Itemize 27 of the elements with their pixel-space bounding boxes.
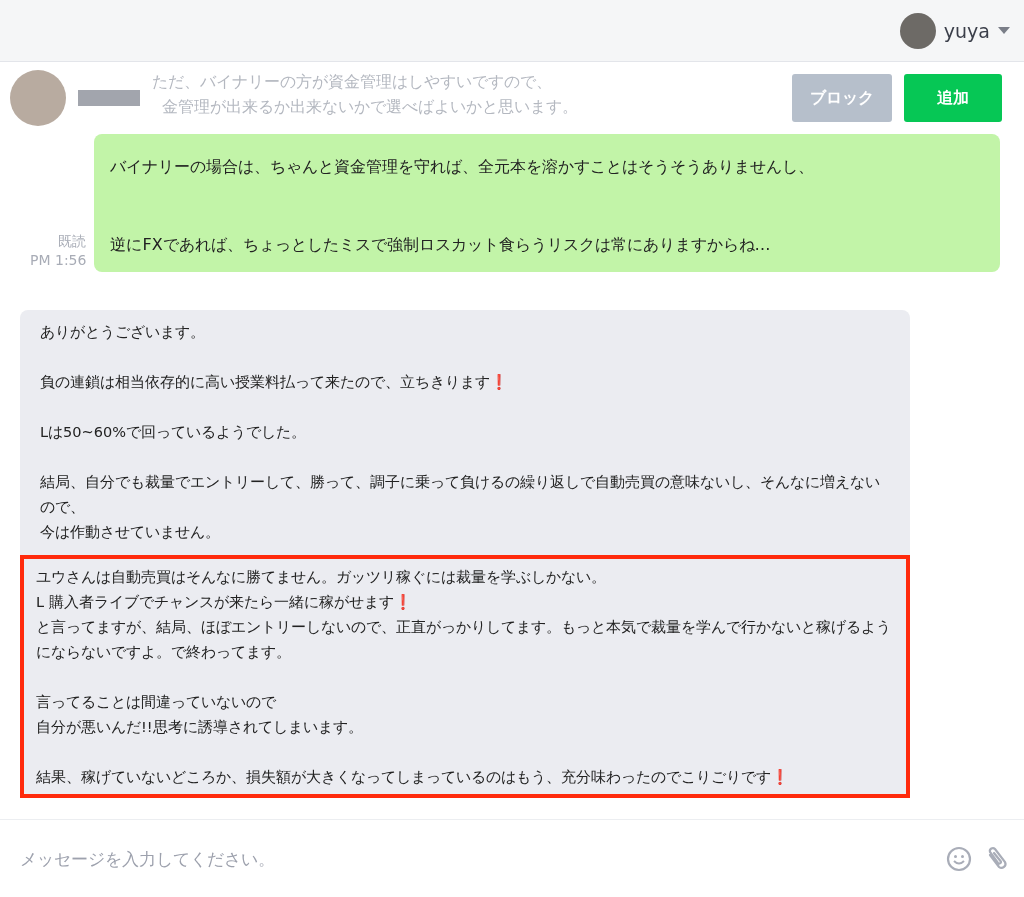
message-text: 逆にFXであれば、ちょっとしたミスで強制ロスカット食らうリスクは常にありますからね… [110,234,772,256]
message-text: 言ってることは間違っていないので [36,693,277,712]
message-text: 負の連鎖は相当依存的に高い授業料払って来たので、立ちきります❗ [40,373,509,392]
message-time: PM 1:56 [30,251,87,270]
message-text: 自分が悪いんだ!!思考に誘導されてしまいます。 [36,718,364,737]
message-text: L 購入者ライブでチャンスが来たら一緒に稼がせます❗ [36,593,413,612]
message-text: 結果、稼げていないどころか、損失額が大きくなってしまっているのはもう、充分味わったのでこりごりです❗ [36,768,790,787]
emoji-icon[interactable] [946,845,972,872]
block-button[interactable]: ブロック [792,74,892,122]
message-text: ユウさんは自動売買はそんなに勝てません。ガッツリ稼ぐには裁量を学ぶしかない。 [36,568,607,587]
add-button[interactable]: 追加 [904,74,1002,122]
message-input[interactable]: メッセージを入力してください。 [18,847,934,870]
user-name: yuya [943,19,990,42]
faded-message-text: 金管理が出来るか出来ないかで選べばよいかと思います。 [162,96,578,118]
contact-avatar [10,70,66,126]
message-text: バイナリーの場合は、ちゃんと資金管理を守れば、全元本を溶かすことはそうそうありませんし、 [110,156,816,178]
user-avatar [899,12,936,49]
message-text: と言ってますが、結局、ほぼエントリーしないので、正直がっかりしてます。もっと本気で裁量を学んで行かないと稼げるようにならないですよ。で終わってます。 [36,618,892,662]
user-menu[interactable]: yuya [899,12,1010,49]
caret-icon [998,26,1010,35]
read-status: 既読 [58,232,87,251]
blurred-name [78,90,140,106]
message-text: 今は作動させていません。 [40,523,221,542]
message-text: 結局、自分でも裁量でエントリーして、勝って、調子に乗って負けるの繰り返しで自動売買の意味ないし、そんなに増えないので、 [40,473,881,517]
message-text: Lは50~60%で回っているようでした。 [40,423,307,442]
faded-message-text: ただ、バイナリーの方が資金管理はしやすいですので、 [152,71,553,93]
message-text: ありがとうございます。 [40,323,206,342]
